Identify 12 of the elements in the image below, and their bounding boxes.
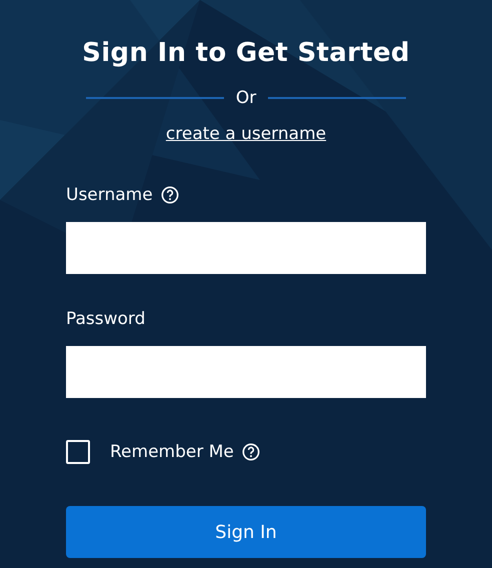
field-label: Password xyxy=(66,309,146,329)
page-title: Sign In to Get Started xyxy=(81,38,411,68)
field-label: Username xyxy=(66,185,153,205)
input-field[interactable] xyxy=(66,222,426,274)
divider-text: Or xyxy=(236,88,256,108)
create-username-link[interactable]: create a username xyxy=(166,124,326,144)
sign-in-button[interactable]: Sign In xyxy=(66,506,426,558)
help-icon[interactable] xyxy=(242,443,260,461)
help-icon[interactable] xyxy=(160,186,179,204)
input-field[interactable] xyxy=(66,346,426,398)
checkbox-label: Remember Me xyxy=(110,442,234,462)
checkbox[interactable] xyxy=(66,440,90,464)
